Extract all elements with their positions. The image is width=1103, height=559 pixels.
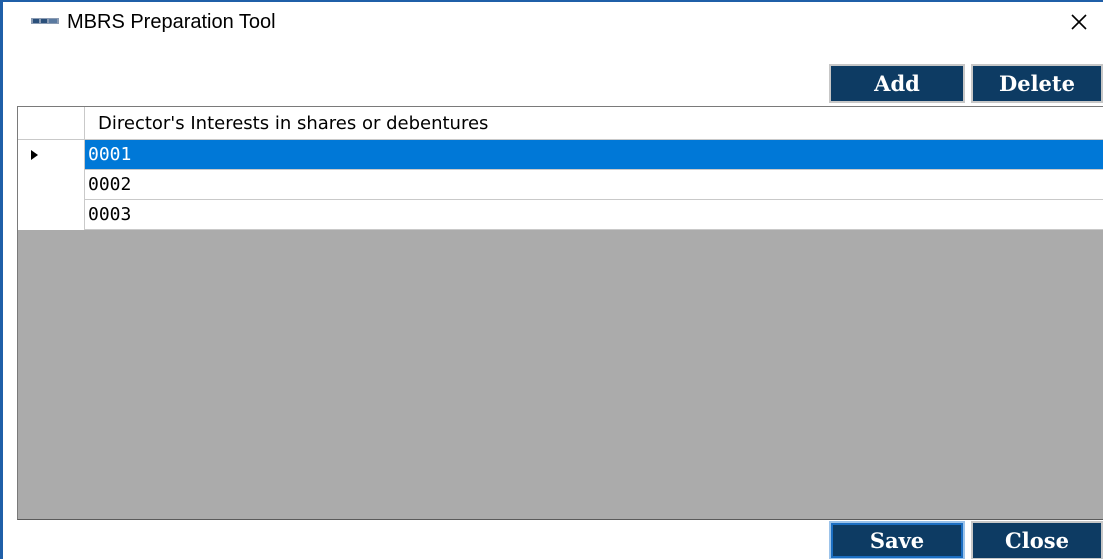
dialog-window: MBRS Preparation Tool Add Delete Directo… [0,0,1103,559]
column-header-directors-interests[interactable]: Director's Interests in shares or debent… [98,107,488,140]
table-row[interactable]: 0001 [18,140,1103,170]
table-cell[interactable]: 0003 [85,200,1103,229]
table-cell[interactable]: 0002 [85,170,1103,199]
save-button[interactable]: Save [829,521,965,559]
grid-corner-cell[interactable] [18,107,85,139]
grid-header-row: Director's Interests in shares or debent… [18,107,1103,140]
close-icon [1071,14,1087,30]
add-button[interactable]: Add [829,64,965,103]
row-header-cell[interactable] [18,200,85,230]
row-pointer-icon [31,150,38,160]
row-header-cell[interactable] [18,170,85,200]
close-button[interactable]: Close [971,521,1103,559]
table-row[interactable]: 0003 [18,200,1103,230]
window-close-button[interactable] [1061,6,1097,38]
data-grid[interactable]: Director's Interests in shares or debent… [17,106,1103,520]
table-row[interactable]: 0002 [18,170,1103,200]
title-bar: MBRS Preparation Tool [3,2,1103,42]
window-title: MBRS Preparation Tool [67,11,276,33]
delete-button[interactable]: Delete [971,64,1103,103]
table-cell[interactable]: 0001 [85,140,1103,169]
app-logo-icon [31,18,59,24]
row-header-cell[interactable] [18,140,85,170]
